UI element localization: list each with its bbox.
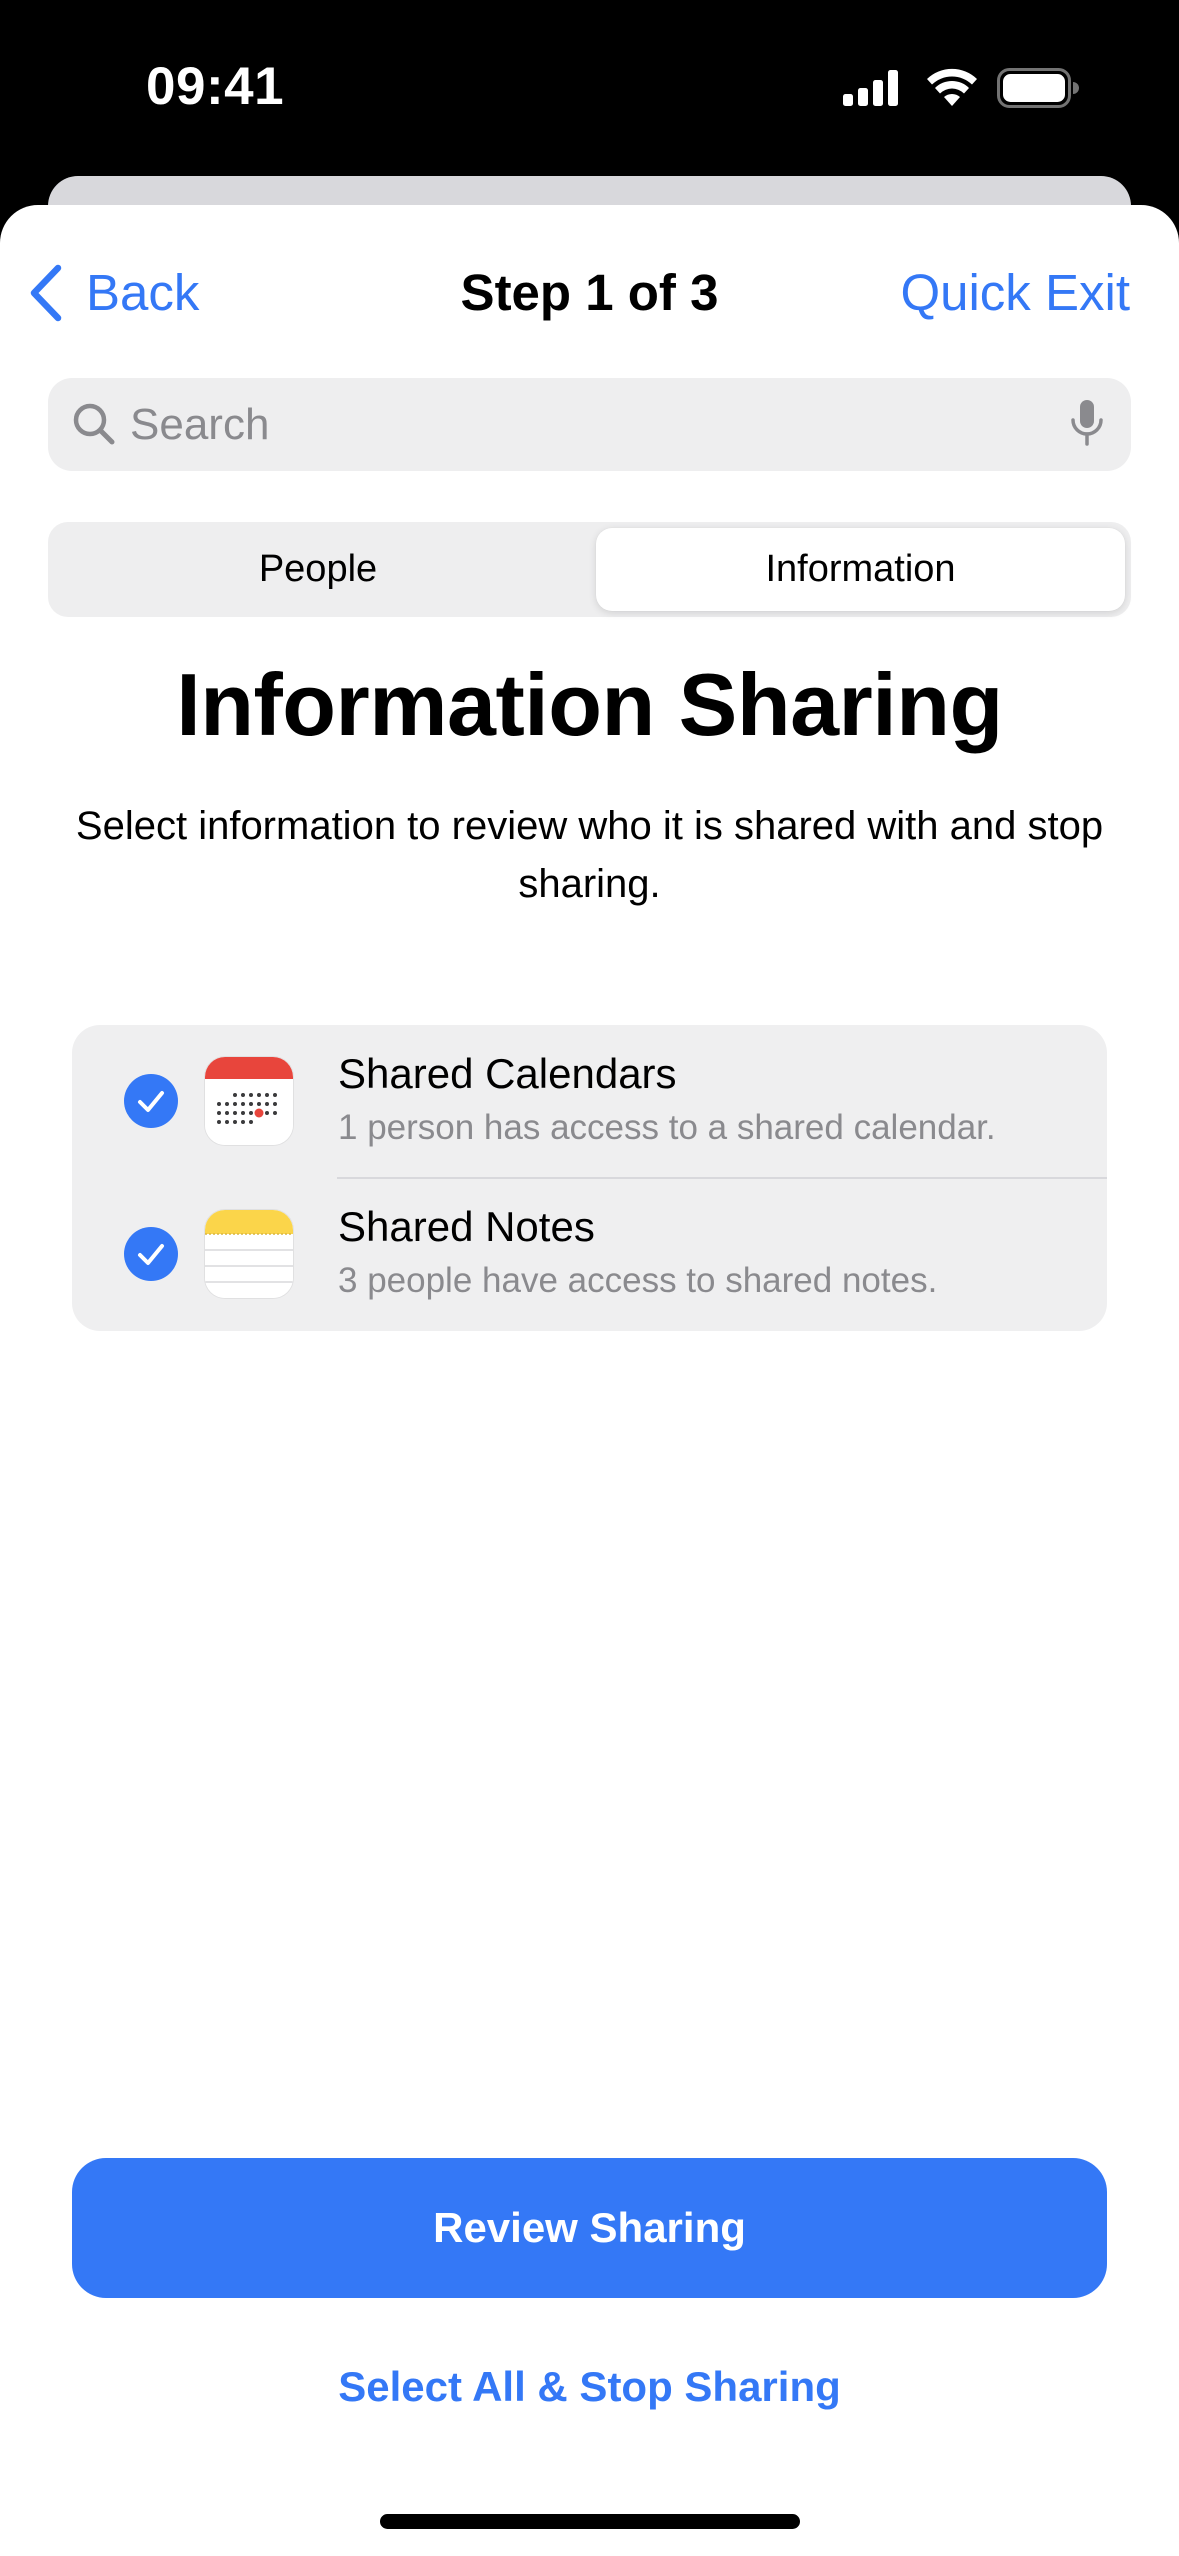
list-item-subtitle: 3 people have access to shared notes. [338, 1261, 938, 1300]
list-item-title: Shared Notes [338, 1203, 595, 1250]
quick-exit-button[interactable]: Quick Exit [900, 255, 1130, 330]
calendar-app-icon [205, 1057, 293, 1145]
search-field[interactable] [48, 378, 1131, 471]
page-title: Information Sharing [176, 655, 1003, 754]
wifi-icon [927, 68, 977, 108]
checkmark-icon[interactable] [124, 1074, 178, 1128]
segment-people[interactable]: People [54, 528, 582, 611]
list-item-subtitle: 1 person has access to a shared calendar… [338, 1108, 996, 1147]
page-description: Select information to review who it is s… [75, 804, 1104, 906]
search-input[interactable] [130, 378, 1041, 471]
cellular-signal-icon [843, 68, 907, 108]
checkmark-icon[interactable] [124, 1227, 178, 1281]
list-item[interactable]: Shared Notes 3 people have access to sha… [72, 1178, 1107, 1331]
status-time: 09:41 [146, 57, 285, 116]
search-icon [70, 400, 118, 453]
status-icons [843, 64, 1079, 112]
segment-information[interactable]: Information [596, 528, 1125, 611]
segmented-control: People Information [48, 522, 1131, 617]
list-item-title: Shared Calendars [338, 1050, 677, 1097]
select-all-stop-sharing-button[interactable]: Select All & Stop Sharing [0, 2352, 1179, 2422]
home-indicator [380, 2514, 800, 2529]
information-list: Shared Calendars 1 person has access to … [72, 1025, 1107, 1331]
list-item[interactable]: Shared Calendars 1 person has access to … [72, 1025, 1107, 1179]
microphone-icon[interactable] [1069, 398, 1105, 455]
battery-icon [997, 68, 1079, 108]
notes-app-icon [205, 1210, 293, 1298]
review-sharing-button[interactable]: Review Sharing [72, 2158, 1107, 2298]
